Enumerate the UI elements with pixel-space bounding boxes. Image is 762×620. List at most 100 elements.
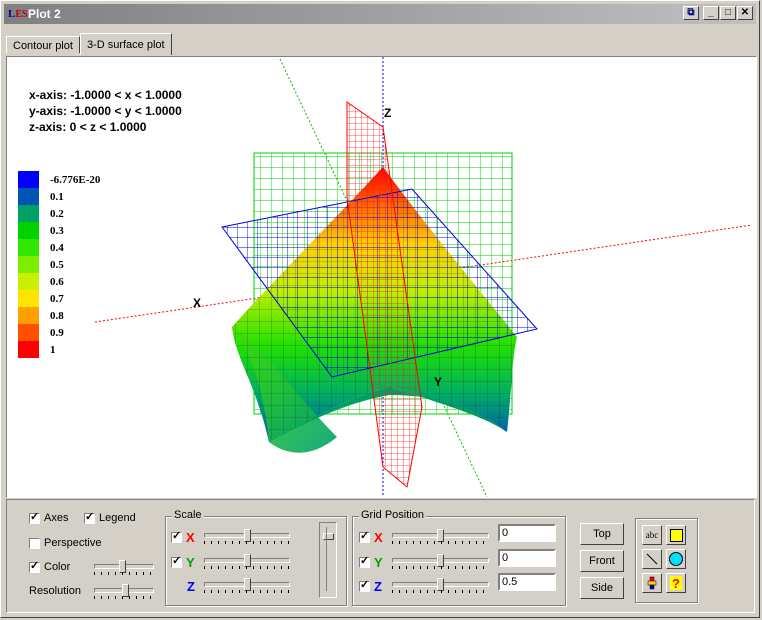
axes-toggle[interactable]: Axes — [29, 510, 68, 524]
help-context-icon[interactable]: ⧉ — [683, 6, 699, 20]
marker-tool-button[interactable] — [642, 573, 662, 593]
scale-title: Scale — [172, 509, 204, 521]
legend-row: 0.3 — [18, 222, 100, 239]
scale-y-row: Y — [171, 554, 195, 570]
legend-toggle[interactable]: Legend — [84, 510, 136, 524]
color-toggle[interactable]: Color — [29, 559, 70, 573]
color-slider[interactable] — [94, 560, 154, 576]
color-legend: -6.776E-20 0.1 0.2 0.3 0.4 0.5 0.6 0.7 0.8 0.9 1 — [18, 171, 100, 358]
legend-row: 0.1 — [18, 188, 100, 205]
title-bar[interactable]: LES Plot 2 ⧉ _ □ ✕ — [4, 4, 756, 24]
legend-row: 0.7 — [18, 290, 100, 307]
color-checkbox[interactable] — [29, 559, 40, 573]
les-app-icon: LES — [8, 8, 28, 20]
legend-label: 1 — [50, 343, 56, 356]
tab-contour-plot[interactable]: Contour plot — [6, 36, 80, 53]
side-view-button[interactable]: Side — [580, 577, 624, 599]
plot-window: LES Plot 2 ⧉ _ □ ✕ Contour plot 3-D surf… — [0, 0, 760, 618]
grid-x-checkbox[interactable] — [359, 529, 370, 543]
legend-row: 0.5 — [18, 256, 100, 273]
grid-z-input[interactable]: 0.5 — [498, 573, 556, 591]
tab-3d-surface-plot[interactable]: 3-D surface plot — [79, 33, 172, 55]
ellipse-icon — [669, 552, 683, 566]
legend-swatch — [18, 324, 39, 341]
legend-row: 0.9 — [18, 324, 100, 341]
control-panel: Axes Legend Perspective Color Resolution… — [6, 499, 755, 613]
legend-swatch — [18, 273, 39, 290]
scale-x-checkbox[interactable] — [171, 529, 182, 543]
close-button[interactable]: ✕ — [737, 6, 753, 20]
legend-label: 0.7 — [50, 292, 64, 305]
legend-label: -6.776E-20 — [50, 173, 101, 186]
legend-swatch — [18, 222, 39, 239]
perspective-toggle[interactable]: Perspective — [29, 537, 101, 549]
legend-row: 0.8 — [18, 307, 100, 324]
legend-row: 0.4 — [18, 239, 100, 256]
legend-swatch — [18, 341, 39, 358]
legend-swatch — [18, 171, 39, 188]
legend-swatch — [18, 307, 39, 324]
legend-swatch — [18, 205, 39, 222]
legend-swatch — [18, 290, 39, 307]
scale-x-slider[interactable] — [204, 529, 290, 545]
legend-swatch — [18, 239, 39, 256]
legend-row: 0.2 — [18, 205, 100, 222]
rectangle-icon — [669, 528, 683, 542]
resolution-slider[interactable] — [94, 584, 154, 600]
grid-y-checkbox[interactable] — [359, 554, 370, 568]
grid-x-row: X — [359, 529, 383, 545]
legend-label: 0.9 — [50, 326, 64, 339]
axis-range-info: x-axis: -1.0000 < x < 1.0000 y-axis: -1.… — [29, 87, 182, 135]
minimize-button[interactable]: _ — [703, 6, 719, 20]
ellipse-tool-button[interactable] — [666, 549, 686, 569]
grid-x-input[interactable]: 0 — [498, 524, 556, 542]
legend-label: 0.8 — [50, 309, 64, 322]
grid-z-row: Z — [359, 578, 382, 594]
perspective-checkbox[interactable] — [29, 537, 40, 549]
legend-row: 0.6 — [18, 273, 100, 290]
legend-label: 0.1 — [50, 190, 64, 203]
y-axis-label: Y — [434, 375, 442, 389]
grid-x-slider[interactable] — [392, 529, 489, 545]
grid-z-slider[interactable] — [392, 578, 489, 594]
axes-checkbox[interactable] — [29, 510, 40, 524]
text-tool-button[interactable]: abc — [642, 525, 662, 545]
scale-y-slider[interactable] — [204, 554, 290, 570]
scale-vertical-slider[interactable] — [319, 522, 337, 598]
scale-z-slider[interactable] — [204, 578, 290, 594]
x-axis-label: X — [193, 296, 201, 310]
top-view-button[interactable]: Top — [580, 523, 624, 545]
z-axis-label: Z — [384, 106, 391, 120]
help-tool-button[interactable]: ? — [666, 573, 686, 593]
grid-z-checkbox[interactable] — [359, 578, 370, 592]
legend-label: 0.3 — [50, 224, 64, 237]
grid-y-slider[interactable] — [392, 554, 489, 570]
scale-z-row: Z — [187, 579, 195, 594]
question-icon: ? — [670, 576, 682, 591]
maximize-button[interactable]: □ — [720, 6, 736, 20]
grid-y-row: Y — [359, 554, 383, 570]
resolution-label: Resolution — [29, 585, 81, 597]
marker-icon — [647, 576, 657, 590]
legend-label: 0.6 — [50, 275, 64, 288]
scale-x-row: X — [171, 529, 195, 545]
x-axis-range: x-axis: -1.0000 < x < 1.0000 — [29, 88, 182, 102]
legend-row: 1 — [18, 341, 100, 358]
y-axis-range: y-axis: -1.0000 < y < 1.0000 — [29, 104, 182, 118]
line-tool-button[interactable] — [642, 549, 662, 569]
legend-label: 0.4 — [50, 241, 64, 254]
rectangle-tool-button[interactable] — [666, 525, 686, 545]
legend-swatch — [18, 188, 39, 205]
window-title: Plot 2 — [28, 7, 61, 21]
grid-y-input[interactable]: 0 — [498, 549, 556, 567]
z-axis-range: z-axis: 0 < z < 1.0000 — [29, 120, 147, 134]
legend-row: -6.776E-20 — [18, 171, 100, 188]
scale-y-checkbox[interactable] — [171, 554, 182, 568]
legend-swatch — [18, 256, 39, 273]
front-view-button[interactable]: Front — [580, 550, 624, 572]
plot-canvas[interactable]: X Y Z x-axis: -1.0000 < x < 1.0000 y-axi… — [6, 56, 757, 498]
tab-bar: Contour plot 3-D surface plot — [6, 33, 172, 56]
legend-label: 0.2 — [50, 207, 64, 220]
legend-checkbox[interactable] — [84, 510, 95, 524]
grid-position-title: Grid Position — [359, 509, 426, 521]
